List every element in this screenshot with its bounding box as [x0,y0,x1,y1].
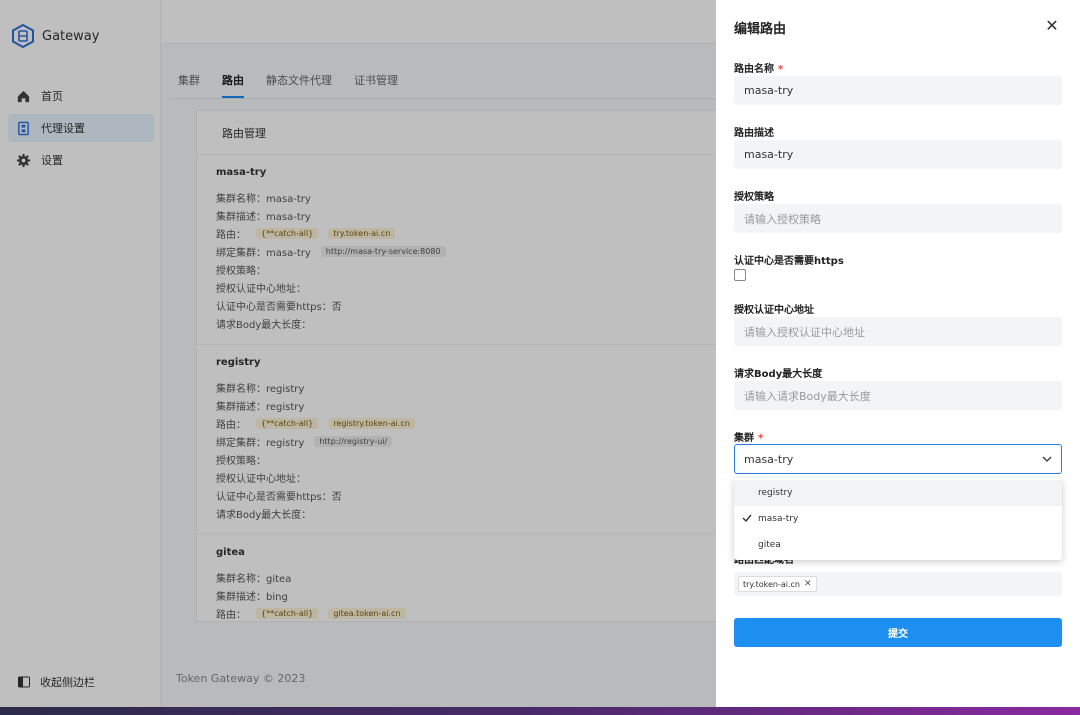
cluster-label: 集群 * [734,433,764,444]
auth-url-input[interactable]: 请输入授权认证中心地址 [734,317,1062,346]
auth-policy-input[interactable]: 请输入授权策略 [734,204,1062,233]
cluster-option[interactable]: gitea [734,532,1062,558]
chevron-down-icon [1042,456,1052,463]
domain-tag-input[interactable]: try.token-ai.cn ✕ [734,572,1062,596]
route-desc-label: 路由描述 [734,128,774,139]
required-mark: * [778,64,784,75]
auth-url-label: 授权认证中心地址 [734,305,814,316]
cluster-option[interactable]: registry [734,480,1062,506]
body-len-label: 请求Body最大长度 [734,369,823,380]
cluster-option-selected[interactable]: masa-try [734,506,1062,532]
drawer-title: 编辑路由 [734,22,787,37]
required-mark: * [758,433,764,444]
cluster-select-value: masa-try [744,452,794,466]
domain-chip: try.token-ai.cn ✕ [738,576,817,592]
route-name-label: 路由名称 * [734,64,784,75]
submit-button[interactable]: 提交 [734,618,1062,647]
route-name-input[interactable]: masa-try [734,76,1062,105]
close-icon[interactable]: ✕ [804,579,812,589]
route-desc-input[interactable]: masa-try [734,140,1062,169]
auth-policy-label: 授权策略 [734,192,774,203]
https-label: 认证中心是否需要https [734,256,844,267]
app-window: Gateway 首页 代理设置 设置 收起侧边栏 集群 路由 静态文件代理 证书… [0,0,1080,707]
https-checkbox[interactable] [734,269,746,281]
check-icon [742,514,752,523]
domain-chip-label: try.token-ai.cn [743,579,800,589]
close-icon[interactable]: ✕ [1044,18,1060,34]
cluster-select[interactable]: masa-try [734,444,1062,474]
body-len-input[interactable]: 请输入请求Body最大长度 [734,381,1062,410]
cluster-dropdown: registry masa-try gitea [734,478,1062,560]
edit-route-drawer: 编辑路由 ✕ 路由名称 * masa-try 路由描述 masa-try 授权策略… [716,0,1080,707]
